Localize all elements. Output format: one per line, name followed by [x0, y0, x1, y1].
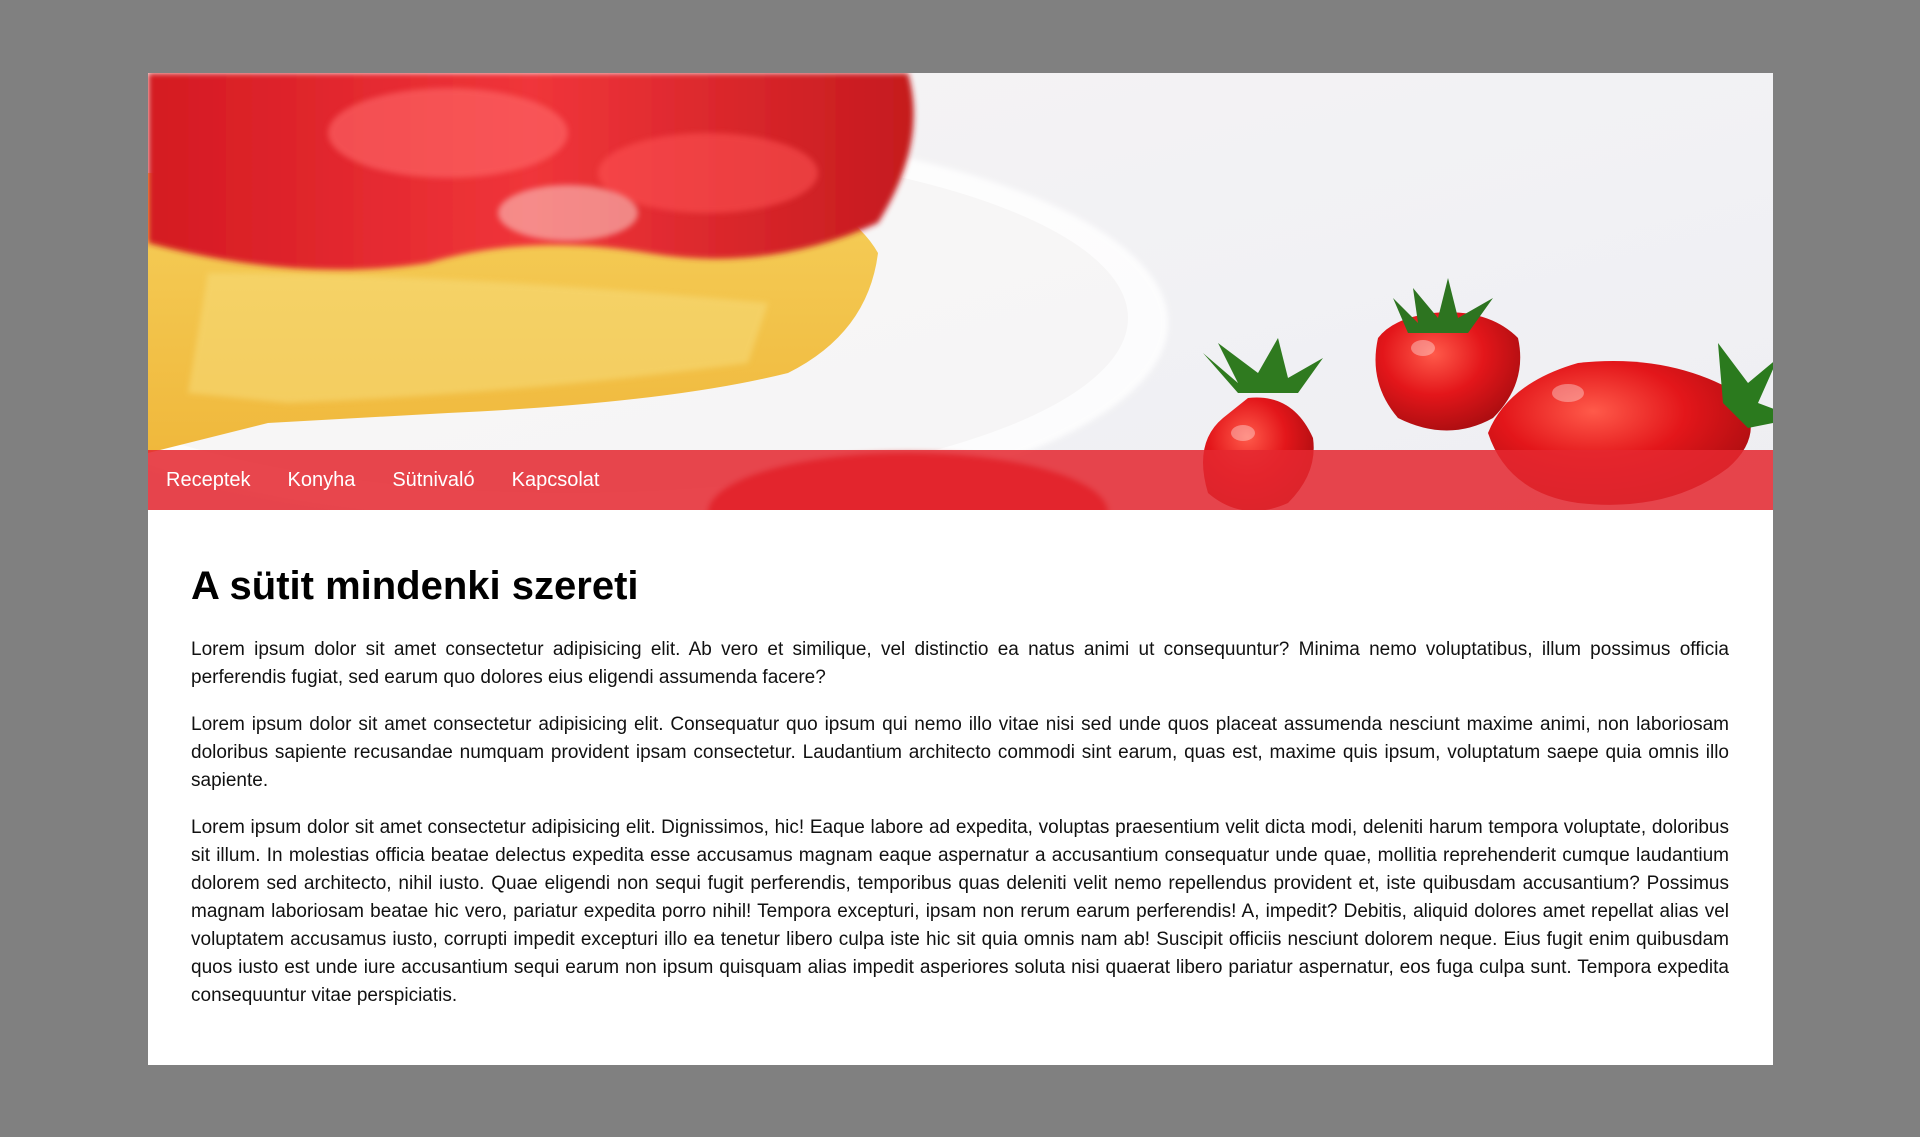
nav-link-receptek[interactable]: Receptek	[166, 469, 251, 492]
paragraph-3: Lorem ipsum dolor sit amet consectetur a…	[191, 817, 1729, 1006]
hero-header: Receptek Konyha Sütnivaló Kapcsolat	[148, 73, 1773, 510]
nav-link-sutnivalo[interactable]: Sütnivaló	[392, 469, 474, 492]
paragraph-2: Lorem ipsum dolor sit amet consectetur a…	[191, 714, 1729, 791]
main-nav: Receptek Konyha Sütnivaló Kapcsolat	[148, 450, 1773, 510]
nav-link-konyha[interactable]: Konyha	[288, 469, 356, 492]
page-container: Receptek Konyha Sütnivaló Kapcsolat A sü…	[148, 73, 1773, 1065]
paragraph-1: Lorem ipsum dolor sit amet consectetur a…	[191, 639, 1729, 688]
page-title: A sütit mindenki szereti	[191, 564, 639, 608]
nav-link-kapcsolat[interactable]: Kapcsolat	[512, 469, 600, 492]
hero-image	[148, 73, 1773, 510]
main-content: A sütit mindenki szereti Lorem ipsum dol…	[148, 510, 1773, 1010]
